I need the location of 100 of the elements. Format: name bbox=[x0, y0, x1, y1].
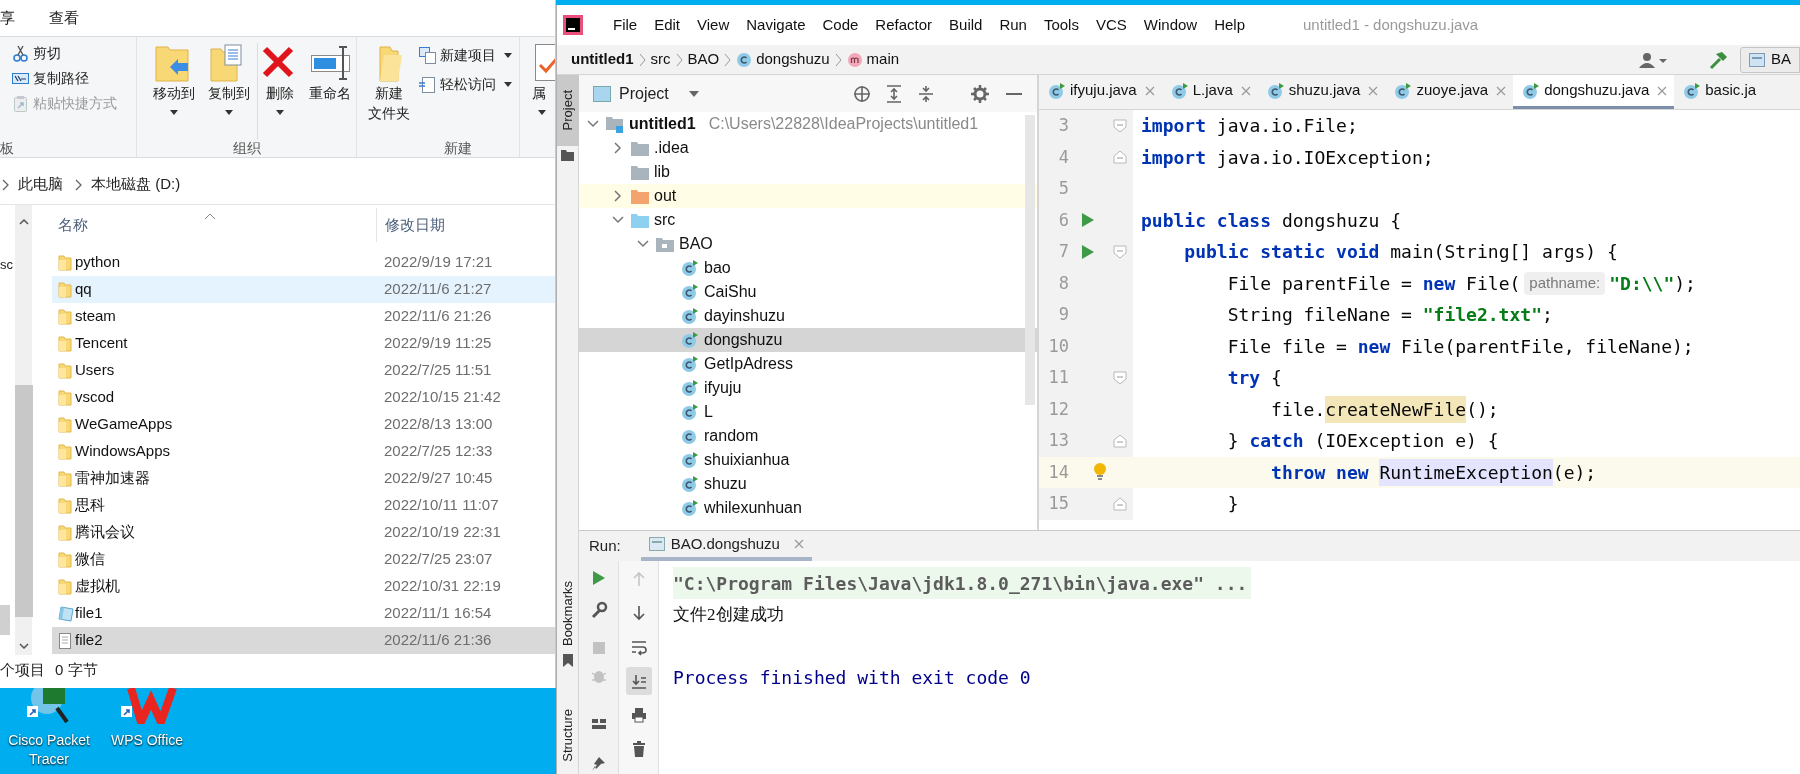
run-tab[interactable]: BAO.dongshuzu bbox=[640, 531, 812, 561]
run-icon[interactable] bbox=[1082, 213, 1094, 228]
lightbulb-icon[interactable] bbox=[1093, 463, 1107, 482]
close-icon[interactable] bbox=[1368, 85, 1379, 96]
menu-item[interactable]: Edit bbox=[654, 13, 681, 37]
tree-item[interactable]: untitled1 C:\Users\22828\IdeaProjects\untitled1 bbox=[579, 112, 1037, 136]
editor-tab[interactable]: basic.ja bbox=[1674, 75, 1764, 109]
file-row[interactable]: WeGameApps 2022/8/13 13:00 bbox=[52, 411, 555, 438]
breadcrumb[interactable]: BAO bbox=[687, 48, 720, 71]
file-row[interactable]: 腾讯会议 2022/10/19 22:31 bbox=[52, 519, 555, 546]
run-config-dropdown[interactable]: BA bbox=[1740, 46, 1800, 73]
panel-title-dropdown[interactable]: Project bbox=[593, 81, 699, 106]
ribbon-command[interactable]: 轻松访问 bbox=[419, 72, 512, 97]
menu-item[interactable]: Refactor bbox=[875, 13, 933, 37]
tree-item[interactable]: CaiShu bbox=[579, 280, 1037, 304]
address-segment[interactable]: 此电脑 bbox=[18, 173, 63, 196]
menu-item[interactable]: View bbox=[697, 13, 730, 37]
fold-icon[interactable] bbox=[1113, 370, 1127, 385]
side-tab[interactable]: Bookmarks bbox=[557, 574, 579, 652]
close-icon[interactable] bbox=[793, 539, 804, 549]
scrollbar[interactable] bbox=[15, 205, 32, 655]
breadcrumb[interactable]: src bbox=[650, 48, 671, 71]
tree-item[interactable]: shuixianhua bbox=[579, 448, 1037, 472]
fold-icon[interactable] bbox=[1113, 244, 1127, 259]
ribbon-tab[interactable]: 查看 bbox=[49, 6, 79, 30]
menu-item[interactable]: Window bbox=[1143, 13, 1198, 37]
tree-item[interactable]: .idea bbox=[579, 136, 1037, 160]
file-row[interactable]: Users 2022/7/25 11:51 bbox=[52, 357, 555, 384]
file-row[interactable]: Tencent 2022/9/19 11:25 bbox=[52, 330, 555, 357]
file-row[interactable]: steam 2022/11/6 21:26 bbox=[52, 303, 555, 330]
ribbon-button[interactable]: 新建 文件夹 bbox=[365, 43, 413, 139]
fold-icon[interactable] bbox=[1113, 433, 1127, 448]
side-tab[interactable]: Structure bbox=[557, 696, 579, 774]
fold-icon[interactable] bbox=[1113, 150, 1127, 165]
nav-scrollbar-thumb[interactable] bbox=[0, 605, 10, 635]
editor-tab[interactable]: zuoye.java bbox=[1385, 75, 1514, 109]
tree-item[interactable]: lib bbox=[579, 160, 1037, 184]
menu-item[interactable]: Navigate bbox=[746, 13, 806, 37]
settings-icon[interactable] bbox=[971, 84, 989, 103]
collapse-all-icon[interactable] bbox=[917, 84, 935, 103]
file-row[interactable]: 雷神加速器 2022/9/27 10:45 bbox=[52, 465, 555, 492]
menu-item[interactable]: Build bbox=[949, 13, 983, 37]
menu-item[interactable]: Help bbox=[1214, 13, 1246, 37]
file-row[interactable]: 虚拟机 2022/10/31 22:19 bbox=[52, 573, 555, 600]
file-row[interactable]: WindowsApps 2022/7/25 12:33 bbox=[52, 438, 555, 465]
tree-item[interactable]: whilexunhuan bbox=[579, 496, 1037, 520]
file-row[interactable]: python 2022/9/19 17:21 bbox=[52, 249, 555, 276]
close-icon[interactable] bbox=[1496, 85, 1507, 96]
tree-item[interactable]: random bbox=[579, 424, 1037, 448]
tree-item[interactable]: shuzu bbox=[579, 472, 1037, 496]
close-icon[interactable] bbox=[1240, 85, 1251, 96]
fold-icon[interactable] bbox=[1113, 118, 1127, 133]
expand-all-icon[interactable] bbox=[885, 84, 903, 103]
ribbon-button[interactable]: 移动到 bbox=[147, 43, 202, 139]
fold-icon[interactable] bbox=[1113, 496, 1127, 511]
run-icon[interactable] bbox=[1082, 244, 1094, 259]
menu-item[interactable]: VCS bbox=[1095, 13, 1127, 37]
file-row[interactable]: 思科 2022/10/11 11:07 bbox=[52, 492, 555, 519]
ribbon-command[interactable]: 剪切 bbox=[0, 41, 136, 66]
ribbon-button[interactable]: 属 bbox=[532, 43, 555, 115]
editor-tab[interactable]: ifyuju.java bbox=[1039, 75, 1162, 109]
editor-tab[interactable]: L.java bbox=[1161, 75, 1258, 109]
locate-icon[interactable] bbox=[853, 84, 871, 103]
close-icon[interactable] bbox=[1144, 85, 1155, 96]
file-row[interactable]: file2 2022/11/6 21:36 bbox=[52, 627, 555, 654]
scrollbar-thumb[interactable] bbox=[1025, 115, 1035, 405]
ribbon-button[interactable]: 重命名 bbox=[304, 43, 356, 139]
tree-item[interactable]: dayinshuzu bbox=[579, 304, 1037, 328]
ribbon-command[interactable]: 新建项目 bbox=[419, 43, 512, 68]
tree-item[interactable]: out bbox=[579, 184, 1037, 208]
editor-tab[interactable]: dongshuzu.java bbox=[1513, 75, 1675, 109]
nav-item[interactable]: sc bbox=[0, 255, 13, 275]
tree-item[interactable]: dongshuzu bbox=[579, 328, 1037, 352]
file-row[interactable]: 微信 2022/7/25 23:07 bbox=[52, 546, 555, 573]
tree-item[interactable]: src bbox=[579, 208, 1037, 232]
tree-item[interactable]: L bbox=[579, 400, 1037, 424]
file-row[interactable]: qq 2022/11/6 21:27 bbox=[52, 276, 555, 303]
tree-item[interactable]: bao bbox=[579, 256, 1037, 280]
editor-tab[interactable]: shuzu.java bbox=[1257, 75, 1386, 109]
file-row[interactable]: vscod 2022/10/15 21:42 bbox=[52, 384, 555, 411]
tree-item[interactable]: GetIpAdress bbox=[579, 352, 1037, 376]
menu-item[interactable]: Run bbox=[999, 13, 1027, 37]
ribbon-command[interactable]: 复制路径 bbox=[0, 66, 136, 91]
tree-item[interactable]: BAO bbox=[579, 232, 1037, 256]
ribbon-button[interactable]: 复制到 bbox=[203, 43, 255, 139]
menu-item[interactable]: File bbox=[613, 13, 638, 37]
side-tab[interactable]: Project bbox=[557, 75, 579, 146]
menu-item[interactable]: Tools bbox=[1043, 13, 1079, 37]
breadcrumb[interactable]: main bbox=[846, 48, 900, 71]
column-header[interactable]: 名称 bbox=[52, 213, 376, 237]
address-segment[interactable]: 本地磁盘 (D:) bbox=[91, 173, 181, 196]
ribbon-tab[interactable]: 享 bbox=[0, 6, 15, 30]
menu-item[interactable]: Code bbox=[822, 13, 859, 37]
breadcrumb[interactable]: dongshuzu bbox=[736, 48, 830, 71]
close-icon[interactable] bbox=[1657, 85, 1668, 96]
column-header[interactable]: 修改日期 bbox=[376, 208, 445, 242]
wrench-icon[interactable] bbox=[589, 601, 608, 619]
file-row[interactable]: file1 2022/11/1 16:54 bbox=[52, 600, 555, 627]
ribbon-button[interactable]: 删除 bbox=[256, 43, 303, 139]
toolbar-button[interactable] bbox=[625, 667, 652, 695]
